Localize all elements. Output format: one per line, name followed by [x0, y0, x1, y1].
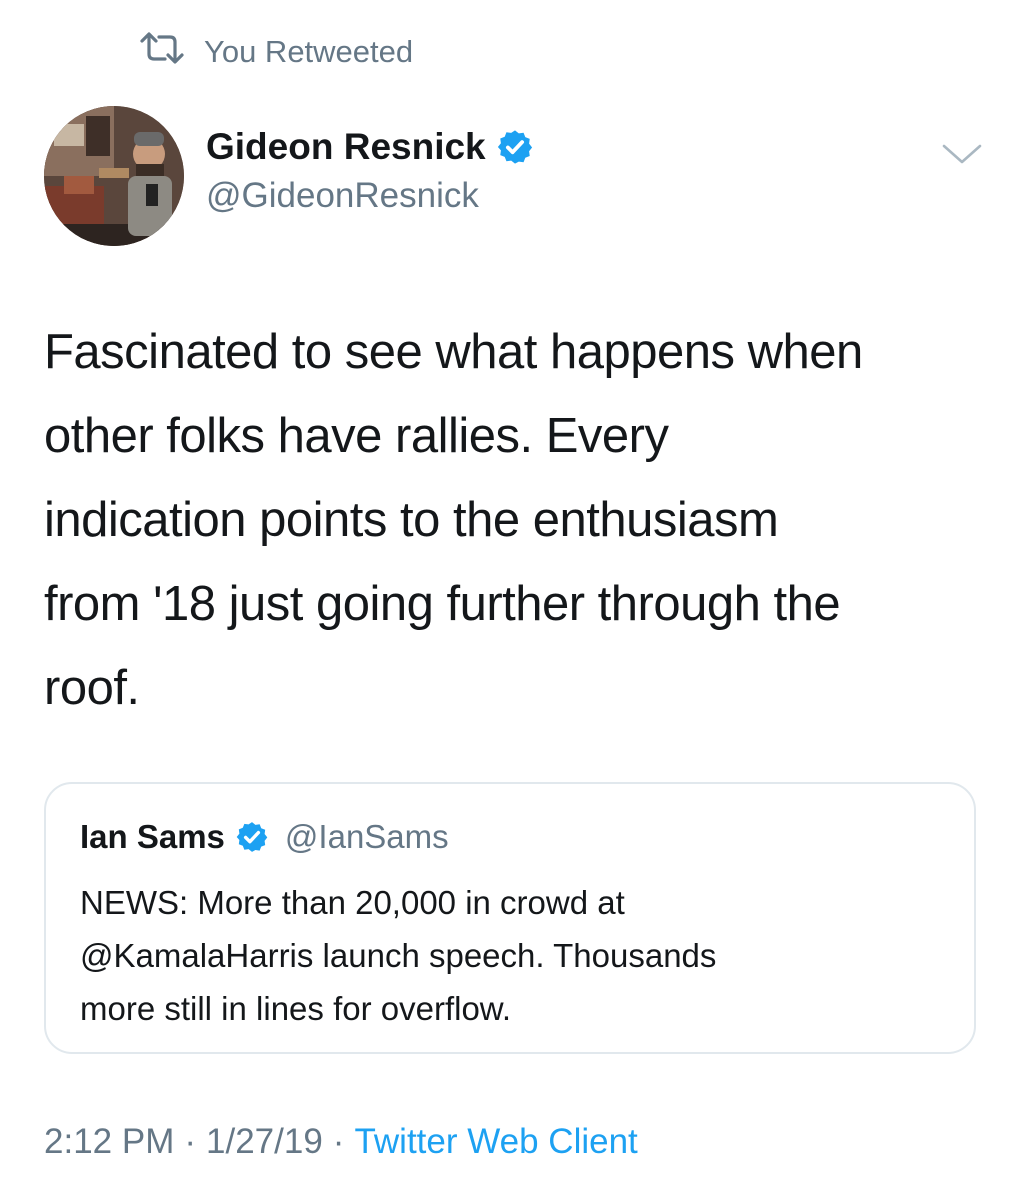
tweet-line: indication points to the enthusiasm: [44, 493, 779, 547]
quoted-tweet-text: NEWS: More than 20,000 in crowd at @Kama…: [80, 876, 940, 1035]
author-block: Gideon Resnick @GideonResnick: [206, 126, 534, 216]
tweet-date[interactable]: 1/27/19: [206, 1122, 323, 1161]
retweet-label: You Retweeted: [204, 34, 414, 69]
verified-badge-icon: [496, 128, 534, 166]
avatar[interactable]: [44, 106, 184, 246]
tweet-header: Gideon Resnick @GideonResnick: [44, 106, 984, 246]
verified-badge-icon: [235, 820, 269, 854]
tweet-time[interactable]: 2:12 PM: [44, 1122, 174, 1161]
chevron-down-icon[interactable]: [940, 140, 984, 168]
quoted-author-handle: @IanSams: [284, 818, 449, 855]
client-link[interactable]: Twitter Web Client: [354, 1122, 637, 1161]
meta-separator: ·: [332, 1122, 345, 1161]
tweet-line: from '18 just going further through the: [44, 577, 841, 631]
retweet-context: You Retweeted: [138, 30, 413, 74]
quoted-tweet-card[interactable]: Ian Sams @IanSams NEWS: More than 20,000…: [44, 782, 976, 1054]
retweet-icon: [138, 30, 186, 74]
author-handle[interactable]: @GideonResnick: [206, 176, 534, 216]
quoted-tweet-line: NEWS: More than 20,000 in crowd at: [80, 884, 625, 921]
author-name-row: Gideon Resnick: [206, 126, 534, 168]
quoted-author-name: Ian Sams: [80, 818, 225, 855]
author-name[interactable]: Gideon Resnick: [206, 126, 486, 168]
tweet-detail: You Retweeted Gideon Resnick @GideonResn…: [0, 0, 1020, 1200]
tweet-line: other folks have rallies. Every: [44, 409, 669, 463]
meta-separator: ·: [184, 1122, 197, 1161]
quoted-tweet-line: more still in lines for overflow.: [80, 990, 511, 1027]
tweet-line: roof.: [44, 661, 140, 715]
tweet-meta: 2:12 PM · 1/27/19 · Twitter Web Client: [44, 1122, 638, 1162]
tweet-line: Fascinated to see what happens when: [44, 325, 863, 379]
tweet-text: Fascinated to see what happens when othe…: [44, 310, 984, 730]
quoted-tweet-line: @KamalaHarris launch speech. Thousands: [80, 937, 717, 974]
quoted-tweet-header: Ian Sams @IanSams: [80, 818, 449, 856]
